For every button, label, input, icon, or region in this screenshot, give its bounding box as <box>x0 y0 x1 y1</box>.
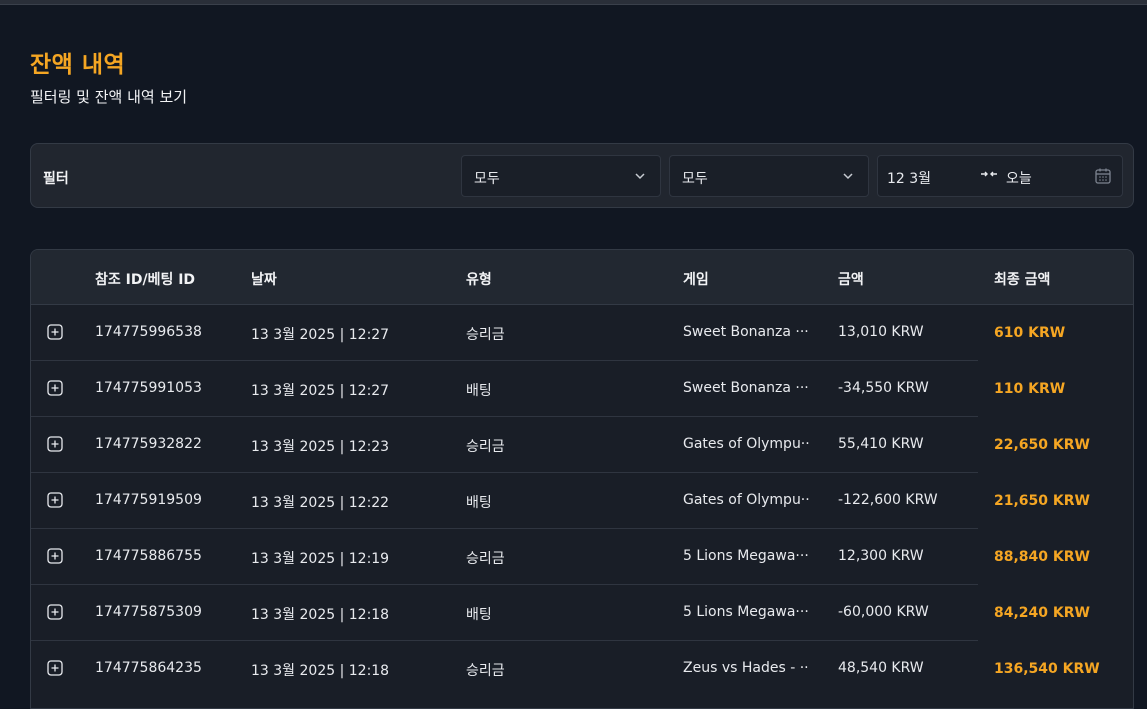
ref-id-cell: 174775875309 <box>95 604 202 620</box>
date-cell: 13 3월 2025 | 12:18 <box>251 663 390 679</box>
filter-label: 필터 <box>43 171 69 187</box>
game-select[interactable]: 모두 <box>669 155 869 197</box>
game-cell: 5 Lions Megawa··· <box>683 604 809 620</box>
amount-cell: -122,600 KRW <box>838 492 938 508</box>
type-cell: 승리금 <box>466 663 505 679</box>
header-game: 게임 <box>683 272 709 288</box>
header-ref-id: 참조 ID/베팅 ID <box>95 272 196 288</box>
ref-id-cell: 174775919509 <box>95 492 202 508</box>
type-select-value: 모두 <box>474 171 500 187</box>
type-cell: 배팅 <box>466 495 492 511</box>
top-bar <box>0 0 1147 5</box>
table-row[interactable]: 174775886755 13 3월 2025 | 12:19 승리금 5 Lions… <box>31 529 1133 585</box>
plus-square-icon[interactable] <box>47 492 63 508</box>
page-subtitle: 필터링 및 잔액 내역 보기 <box>30 88 188 106</box>
game-cell: Sweet Bonanza ··· <box>683 324 809 340</box>
plus-square-icon[interactable] <box>47 604 63 620</box>
type-select[interactable]: 모두 <box>461 155 661 197</box>
final-amount-cell: 21,650 KRW <box>994 493 1090 509</box>
amount-cell: -34,550 KRW <box>838 380 929 396</box>
type-cell: 승리금 <box>466 439 505 455</box>
game-select-value: 모두 <box>682 171 708 187</box>
table-row[interactable]: 174775919509 13 3월 2025 | 12:22 배팅 Gates of… <box>31 473 1133 529</box>
date-start: 12 3월 <box>887 171 932 187</box>
type-cell: 배팅 <box>466 383 492 399</box>
date-cell: 13 3월 2025 | 12:27 <box>251 327 390 343</box>
date-cell: 13 3월 2025 | 12:23 <box>251 439 390 455</box>
table-header: 참조 ID/베팅 ID 날짜 유형 게임 금액 최종 금액 <box>31 250 1133 305</box>
page-title: 잔액 내역 <box>30 52 126 78</box>
game-cell: Sweet Bonanza ··· <box>683 380 809 396</box>
game-cell: Zeus vs Hades - ··· <box>683 660 809 676</box>
date-cell: 13 3월 2025 | 12:19 <box>251 551 390 567</box>
date-end: 오늘 <box>1006 171 1032 187</box>
ref-id-cell: 174775932822 <box>95 436 202 452</box>
amount-cell: -60,000 KRW <box>838 604 929 620</box>
table-row[interactable]: 174775932822 13 3월 2025 | 12:23 승리금 Gates o… <box>31 417 1133 473</box>
header-date: 날짜 <box>251 272 277 288</box>
calendar-icon <box>1095 168 1111 184</box>
amount-cell: 12,300 KRW <box>838 548 924 564</box>
plus-square-icon[interactable] <box>47 660 63 676</box>
balance-history-table: 참조 ID/베팅 ID 날짜 유형 게임 금액 최종 금액 1747759965… <box>30 249 1134 709</box>
date-range-picker[interactable]: 12 3월 오늘 <box>877 155 1123 197</box>
table-row[interactable]: 174775864235 13 3월 2025 | 12:18 승리금 Zeus vs… <box>31 641 1133 697</box>
plus-square-icon[interactable] <box>47 380 63 396</box>
date-cell: 13 3월 2025 | 12:27 <box>251 383 390 399</box>
type-cell: 승리금 <box>466 551 505 567</box>
table-row[interactable]: 174775991053 13 3월 2025 | 12:27 배팅 Sweet Bo… <box>31 361 1133 417</box>
type-cell: 승리금 <box>466 327 505 343</box>
ref-id-cell: 174775864235 <box>95 660 202 676</box>
chevron-down-icon <box>843 173 853 180</box>
chevron-down-icon <box>635 173 645 180</box>
final-amount-cell: 610 KRW <box>994 325 1066 341</box>
table-row[interactable]: 174775875309 13 3월 2025 | 12:18 배팅 5 Lions … <box>31 585 1133 641</box>
date-cell: 13 3월 2025 | 12:18 <box>251 607 390 623</box>
ref-id-cell: 174775996538 <box>95 324 202 340</box>
amount-cell: 48,540 KRW <box>838 660 924 676</box>
game-cell: Gates of Olympu··· <box>683 436 809 452</box>
type-cell: 배팅 <box>466 607 492 623</box>
final-amount-cell: 22,650 KRW <box>994 437 1090 453</box>
final-amount-cell: 84,240 KRW <box>994 605 1090 621</box>
plus-square-icon[interactable] <box>47 548 63 564</box>
arrows-right-left-icon <box>981 171 997 177</box>
date-cell: 13 3월 2025 | 12:22 <box>251 495 390 511</box>
ref-id-cell: 174775886755 <box>95 548 202 564</box>
final-amount-cell: 110 KRW <box>994 381 1066 397</box>
game-cell: 5 Lions Megawa··· <box>683 548 809 564</box>
final-amount-cell: 136,540 KRW <box>994 661 1100 677</box>
final-amount-cell: 88,840 KRW <box>994 549 1090 565</box>
plus-square-icon[interactable] <box>47 324 63 340</box>
ref-id-cell: 174775991053 <box>95 380 202 396</box>
header-type: 유형 <box>466 272 492 288</box>
plus-square-icon[interactable] <box>47 436 63 452</box>
table-row[interactable]: 174775996538 13 3월 2025 | 12:27 승리금 Sweet B… <box>31 305 1133 361</box>
header-amount: 금액 <box>838 272 864 288</box>
amount-cell: 55,410 KRW <box>838 436 924 452</box>
game-cell: Gates of Olympu··· <box>683 492 809 508</box>
amount-cell: 13,010 KRW <box>838 324 924 340</box>
header-final-amount: 최종 금액 <box>994 272 1051 288</box>
filter-bar: 필터 모두 모두 12 3월 오늘 <box>30 143 1134 208</box>
